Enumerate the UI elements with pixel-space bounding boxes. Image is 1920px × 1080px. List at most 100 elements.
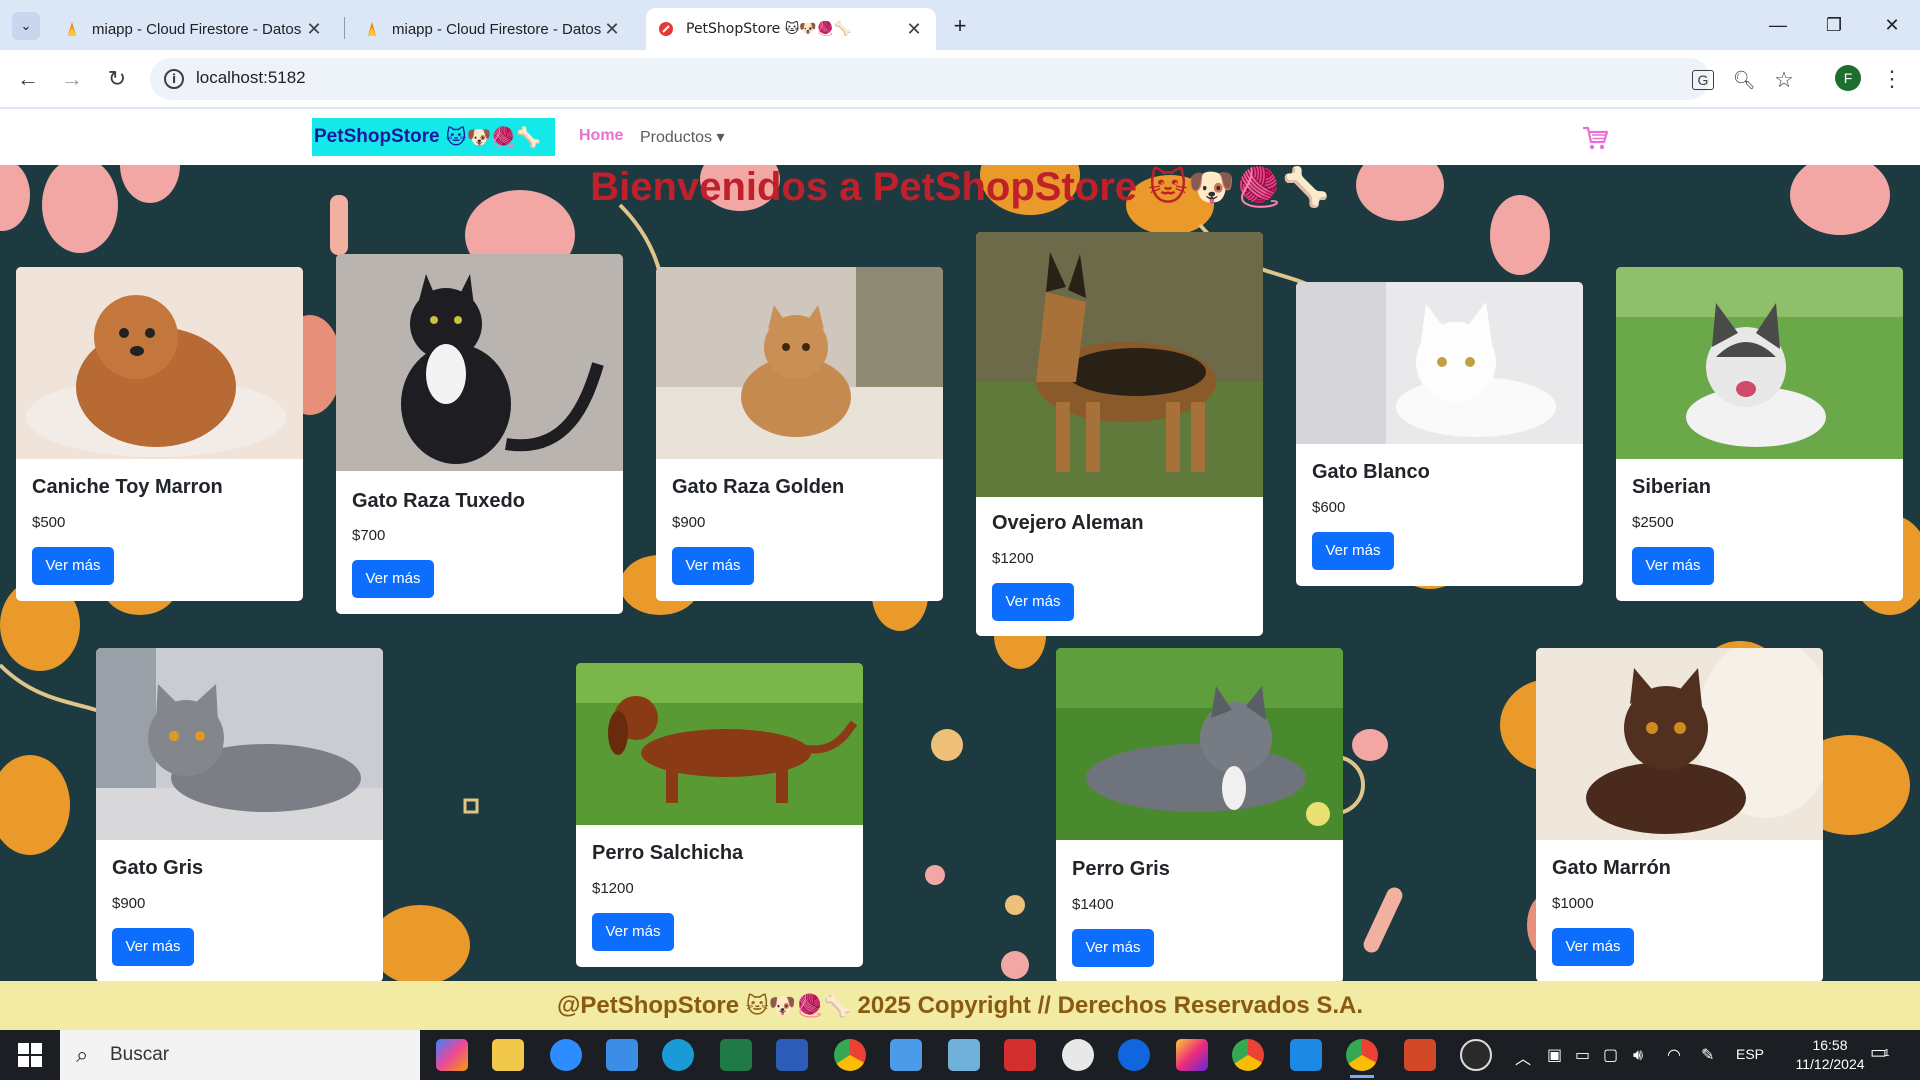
white-cat-photo xyxy=(1296,282,1583,444)
address-bar[interactable]: i localhost:5182 G 🔍︎ ☆ xyxy=(150,58,1794,100)
tab-title: miapp - Cloud Firestore - Datos xyxy=(392,20,602,38)
minimize-icon[interactable]: — xyxy=(1758,10,1798,40)
tab-firestore-2[interactable]: miapp - Cloud Firestore - Datos ✕ xyxy=(352,8,634,50)
product-card: Gato Marrón $1000 Ver más xyxy=(1536,648,1823,981)
copilot-icon[interactable] xyxy=(436,1039,468,1071)
product-card: Perro Salchicha $1200 Ver más xyxy=(576,663,863,967)
mail-icon[interactable] xyxy=(606,1039,638,1071)
package-icon[interactable] xyxy=(948,1039,980,1071)
ver-mas-button[interactable]: Ver más xyxy=(992,583,1074,621)
notification-count: 1 xyxy=(1884,1048,1890,1059)
browser-tab-strip: ⌄ miapp - Cloud Firestore - Datos ✕ miap… xyxy=(0,0,1920,50)
welcome-heading-text: Bienvenidos a PetShopStore xyxy=(590,165,1138,209)
battery-icon[interactable]: ▭ xyxy=(1575,1045,1590,1064)
edge-icon[interactable] xyxy=(662,1039,694,1071)
acrobat-icon[interactable] xyxy=(1004,1039,1036,1071)
product-name: Perro Salchicha xyxy=(592,842,744,864)
product-name: Caniche Toy Marron xyxy=(32,476,223,498)
back-icon[interactable]: ← xyxy=(13,64,43,94)
golden-cat-photo xyxy=(656,267,943,459)
footer-handle: @PetShopStore xyxy=(556,992,740,1019)
chrome-active-icon[interactable] xyxy=(1346,1039,1378,1078)
site-info-icon[interactable]: i xyxy=(164,69,184,89)
product-price: $1400 xyxy=(1072,896,1114,913)
file-explorer-icon[interactable] xyxy=(492,1039,524,1071)
taskbar-search-box[interactable]: ⌕ Buscar xyxy=(60,1030,420,1080)
nav-dropdown-productos[interactable]: Productos ▾ xyxy=(640,127,725,147)
close-window-icon[interactable]: ✕ xyxy=(1872,10,1912,40)
ver-mas-button[interactable]: Ver más xyxy=(1072,929,1154,967)
brown-toy-poodle-photo xyxy=(16,267,303,459)
wifi-icon[interactable]: ◠ xyxy=(1667,1045,1681,1064)
chrome-profile-icon[interactable] xyxy=(1232,1039,1264,1071)
bookmark-star-icon[interactable]: ☆ xyxy=(1772,68,1796,92)
clock[interactable]: 16:58 11/12/2024 xyxy=(1790,1036,1870,1074)
forward-icon[interactable]: → xyxy=(57,64,87,94)
vscode-icon[interactable] xyxy=(1290,1039,1322,1071)
paint-icon[interactable] xyxy=(890,1039,922,1071)
volume-icon[interactable]: 🔊︎ xyxy=(1633,1045,1643,1065)
product-price: $900 xyxy=(112,895,146,912)
zoom-app-icon[interactable] xyxy=(550,1039,582,1071)
close-icon[interactable]: ✕ xyxy=(602,19,622,40)
product-name: Perro Gris xyxy=(1072,858,1170,880)
ver-mas-button[interactable]: Ver más xyxy=(672,547,754,585)
product-name: Siberian xyxy=(1632,476,1711,498)
brand-emoji: 🐱🐶🧶🦴 xyxy=(445,125,542,149)
teamviewer-icon[interactable] xyxy=(1118,1039,1150,1071)
clock-time: 16:58 xyxy=(1812,1037,1848,1053)
word-icon[interactable] xyxy=(776,1039,808,1071)
notification-icon[interactable]: ▭ 1 xyxy=(1870,1042,1896,1066)
tuxedo-cat-photo xyxy=(336,254,623,471)
tab-search-button[interactable]: ⌄ xyxy=(12,12,40,40)
firebase-icon xyxy=(68,22,76,36)
restore-icon[interactable]: ❐ xyxy=(1814,10,1854,40)
ver-mas-button[interactable]: Ver más xyxy=(1552,928,1634,966)
ver-mas-button[interactable]: Ver más xyxy=(592,913,674,951)
translate-icon[interactable]: G xyxy=(1692,70,1714,90)
excel-icon[interactable] xyxy=(720,1039,752,1071)
tab-petshopstore[interactable]: PetShopStore 🐱🐶🧶🦴 ✕ xyxy=(646,8,936,50)
ver-mas-button[interactable]: Ver más xyxy=(1632,547,1714,585)
close-icon[interactable]: ✕ xyxy=(304,19,324,40)
powerpoint-icon[interactable] xyxy=(1404,1039,1436,1071)
windows-start-icon[interactable] xyxy=(18,1043,42,1067)
app-icon[interactable] xyxy=(1062,1039,1094,1071)
tab-title: miapp - Cloud Firestore - Datos xyxy=(92,20,302,38)
reload-icon[interactable]: ↻ xyxy=(102,64,132,94)
nav-link-home[interactable]: Home xyxy=(579,127,623,145)
ver-mas-button[interactable]: Ver más xyxy=(352,560,434,598)
new-tab-button[interactable]: + xyxy=(946,12,974,40)
close-icon[interactable]: ✕ xyxy=(904,19,924,40)
product-price: $600 xyxy=(1312,499,1346,516)
chrome-icon[interactable] xyxy=(834,1039,866,1071)
product-card: Gato Raza Tuxedo $700 Ver más xyxy=(336,254,623,614)
chevron-up-icon[interactable]: ︿ xyxy=(1515,1045,1531,1069)
ver-mas-button[interactable]: Ver más xyxy=(1312,532,1394,570)
react-icon xyxy=(659,22,673,36)
language-indicator[interactable]: ESP xyxy=(1736,1046,1764,1062)
ver-mas-button[interactable]: Ver más xyxy=(32,547,114,585)
browser-menu-icon[interactable]: ⋮ xyxy=(1880,64,1904,94)
profile-avatar[interactable]: F xyxy=(1835,65,1861,91)
instagram-icon[interactable] xyxy=(1176,1039,1208,1071)
display-icon[interactable]: ▢ xyxy=(1603,1045,1618,1064)
dachshund-photo xyxy=(576,663,863,825)
shopping-cart-icon[interactable] xyxy=(1581,125,1609,151)
site-navbar: PetShopStore 🐱🐶🧶🦴 Home Productos ▾ xyxy=(0,109,1920,165)
pen-icon[interactable]: ✎ xyxy=(1701,1045,1714,1064)
hero-section: Bienvenidos a PetShopStore 🐱🐶🧶🦴 Caniche … xyxy=(0,165,1920,981)
site-footer: @PetShopStore 🐱🐶🧶🦴 2025 Copyright // Der… xyxy=(0,981,1920,1030)
ver-mas-button[interactable]: Ver más xyxy=(112,928,194,966)
tab-firestore-1[interactable]: miapp - Cloud Firestore - Datos ✕ xyxy=(52,8,336,50)
media-player-icon[interactable] xyxy=(1460,1039,1492,1071)
url-text[interactable]: localhost:5182 xyxy=(196,68,306,88)
camera-icon[interactable]: ▣ xyxy=(1547,1045,1562,1064)
product-card: Siberian $2500 Ver más xyxy=(1616,267,1903,601)
product-price: $900 xyxy=(672,514,706,531)
footer-copyright: 2025 Copyright // Derechos Reservados S.… xyxy=(857,992,1364,1019)
brand-logo[interactable]: PetShopStore 🐱🐶🧶🦴 xyxy=(312,118,555,156)
product-card: Gato Blanco $600 Ver más xyxy=(1296,282,1583,586)
zoom-icon[interactable]: 🔍︎ xyxy=(1732,68,1756,92)
product-price: $1200 xyxy=(992,550,1034,567)
